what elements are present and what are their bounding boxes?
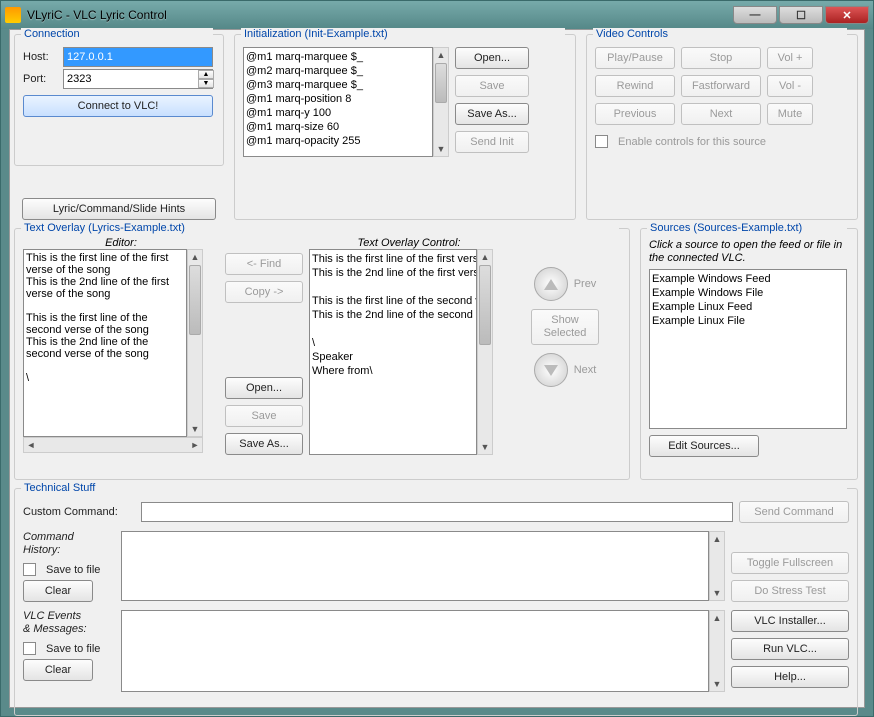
events-listbox[interactable] <box>121 610 709 692</box>
host-input[interactable] <box>63 47 213 67</box>
titlebar[interactable]: VLyriC - VLC Lyric Control — ☐ ✕ <box>1 1 873 29</box>
host-label: Host: <box>23 51 57 63</box>
events-save-checkbox[interactable] <box>23 642 36 655</box>
init-sendinit-button[interactable]: Send Init <box>455 131 529 153</box>
video-group: Video Controls Play/Pause Stop Vol + Rew… <box>586 34 858 220</box>
port-spin-down[interactable]: ▼ <box>198 79 214 88</box>
history-listbox[interactable] <box>121 531 709 601</box>
enable-controls-checkbox[interactable] <box>595 135 608 148</box>
editor-vscroll[interactable]: ▲ ▼ <box>187 249 203 437</box>
playpause-button[interactable]: Play/Pause <box>595 47 675 69</box>
previous-button[interactable]: Previous <box>595 103 675 125</box>
stress-test-button[interactable]: Do Stress Test <box>731 580 849 602</box>
tech-legend: Technical Stuff <box>21 482 847 494</box>
connection-group: Connection Host: Port: ▲ ▼ Connect to VL… <box>14 34 224 166</box>
prev-round-button[interactable] <box>534 267 568 301</box>
vlc-installer-button[interactable]: VLC Installer... <box>731 610 849 632</box>
history-save-label: Save to file <box>46 564 100 576</box>
video-legend: Video Controls <box>593 28 847 40</box>
enable-controls-label: Enable controls for this source <box>618 136 766 148</box>
next-label: Next <box>574 364 597 376</box>
send-command-button[interactable]: Send Command <box>739 501 849 523</box>
control-listbox[interactable]: This is the first line of the first vers… <box>309 249 477 455</box>
control-label: Text Overlay Control: <box>309 237 509 249</box>
minimize-button[interactable]: — <box>733 6 777 24</box>
window-title: VLyriC - VLC Lyric Control <box>27 8 733 22</box>
sources-legend: Sources (Sources-Example.txt) <box>647 222 847 234</box>
init-listbox[interactable]: @m1 marq-marquee $_ @m2 marq-marquee $_ … <box>243 47 433 157</box>
events-clear-button[interactable]: Clear <box>23 659 93 681</box>
events-label: VLC Events & Messages: <box>23 610 115 636</box>
init-legend: Initialization (Init-Example.txt) <box>241 28 565 40</box>
overlay-legend: Text Overlay (Lyrics-Example.txt) <box>21 222 619 234</box>
history-label: Command History: <box>23 531 115 557</box>
overlay-save-button[interactable]: Save <box>225 405 303 427</box>
init-open-button[interactable]: Open... <box>455 47 529 69</box>
events-save-label: Save to file <box>46 643 100 655</box>
mute-button[interactable]: Mute <box>767 103 813 125</box>
next-button[interactable]: Next <box>681 103 761 125</box>
sources-group: Sources (Sources-Example.txt) Click a so… <box>640 228 858 480</box>
copy-button[interactable]: Copy -> <box>225 281 303 303</box>
rewind-button[interactable]: Rewind <box>595 75 675 97</box>
init-save-button[interactable]: Save <box>455 75 529 97</box>
control-vscroll[interactable]: ▲ ▼ <box>477 249 493 455</box>
stop-button[interactable]: Stop <box>681 47 761 69</box>
editor-label: Editor: <box>23 237 219 249</box>
window-frame: VLyriC - VLC Lyric Control — ☐ ✕ Connect… <box>0 0 874 717</box>
overlay-saveas-button[interactable]: Save As... <box>225 433 303 455</box>
client-area: Connection Host: Port: ▲ ▼ Connect to VL… <box>9 29 865 708</box>
find-button[interactable]: <- Find <box>225 253 303 275</box>
prev-label: Prev <box>574 278 597 290</box>
custom-command-label: Custom Command: <box>23 506 135 518</box>
history-save-checkbox[interactable] <box>23 563 36 576</box>
close-button[interactable]: ✕ <box>825 6 869 24</box>
connect-button[interactable]: Connect to VLC! <box>23 95 213 117</box>
next-round-button[interactable] <box>534 353 568 387</box>
app-icon <box>5 7 21 23</box>
show-selected-button[interactable]: Show Selected <box>531 309 599 345</box>
history-clear-button[interactable]: Clear <box>23 580 93 602</box>
volup-button[interactable]: Vol + <box>767 47 813 69</box>
run-vlc-button[interactable]: Run VLC... <box>731 638 849 660</box>
toggle-fullscreen-button[interactable]: Toggle Fullscreen <box>731 552 849 574</box>
fastforward-button[interactable]: Fastforward <box>681 75 761 97</box>
voldown-button[interactable]: Vol - <box>767 75 813 97</box>
port-label: Port: <box>23 73 57 85</box>
init-group: Initialization (Init-Example.txt) @m1 ma… <box>234 34 576 220</box>
events-vscroll[interactable]: ▲▼ <box>709 610 725 692</box>
overlay-open-button[interactable]: Open... <box>225 377 303 399</box>
editor-textarea[interactable]: This is the first line of the first vers… <box>23 249 187 437</box>
port-input[interactable] <box>63 69 213 89</box>
edit-sources-button[interactable]: Edit Sources... <box>649 435 759 457</box>
tech-group: Technical Stuff Custom Command: Send Com… <box>14 488 858 716</box>
maximize-button[interactable]: ☐ <box>779 6 823 24</box>
sources-hint: Click a source to open the feed or file … <box>649 239 849 265</box>
connection-legend: Connection <box>21 28 213 40</box>
help-button[interactable]: Help... <box>731 666 849 688</box>
port-spin-up[interactable]: ▲ <box>198 70 214 79</box>
init-saveas-button[interactable]: Save As... <box>455 103 529 125</box>
overlay-group: Text Overlay (Lyrics-Example.txt) Editor… <box>14 228 630 480</box>
history-vscroll[interactable]: ▲▼ <box>709 531 725 601</box>
custom-command-input[interactable] <box>141 502 733 522</box>
sources-listbox[interactable]: Example Windows Feed Example Windows Fil… <box>649 269 847 429</box>
hints-button[interactable]: Lyric/Command/Slide Hints <box>22 198 216 220</box>
init-scrollbar[interactable]: ▲ ▼ <box>433 47 449 157</box>
editor-hscroll[interactable]: ◄► <box>23 437 203 453</box>
